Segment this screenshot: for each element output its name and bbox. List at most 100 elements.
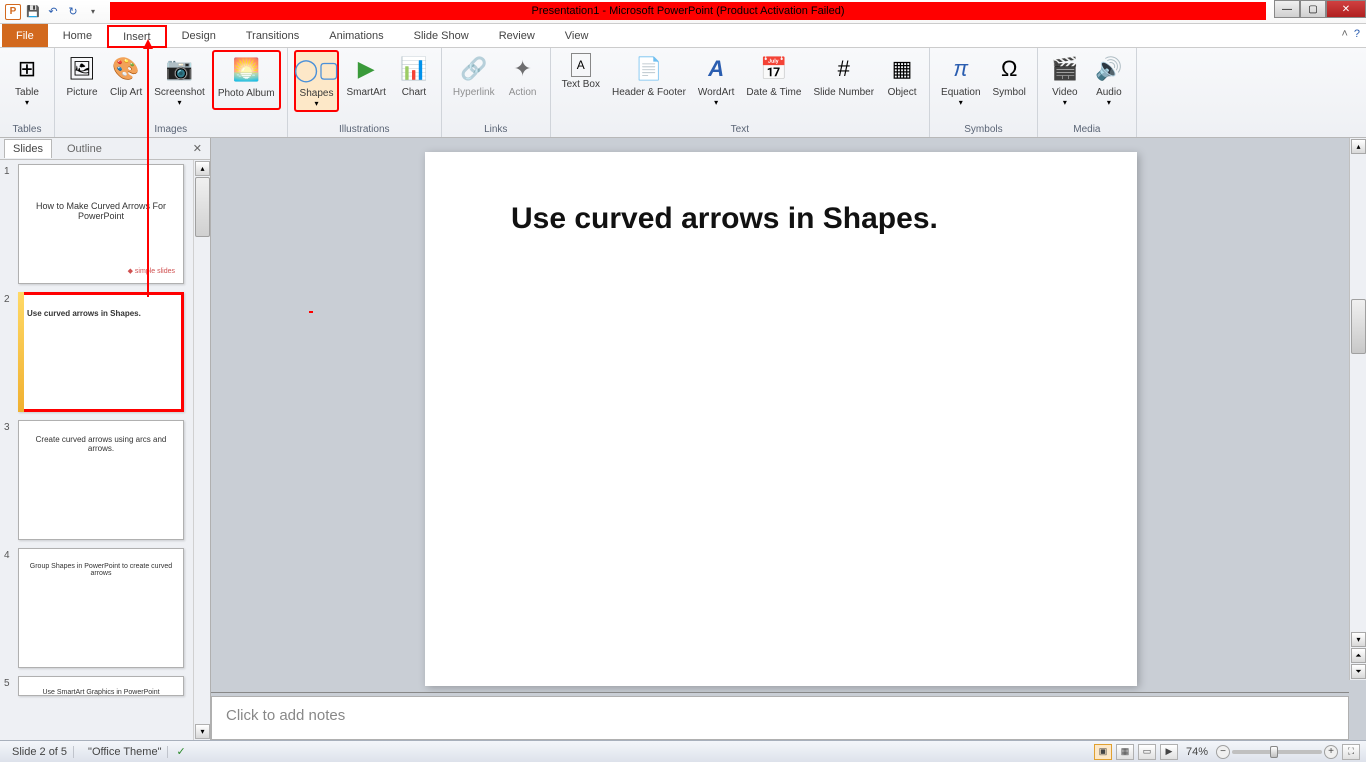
slide-thumbnail-5[interactable]: Use SmartArt Graphics in PowerPoint bbox=[18, 676, 184, 696]
annotation-arrow bbox=[147, 47, 149, 297]
scroll-thumb[interactable] bbox=[195, 177, 210, 237]
tab-transitions[interactable]: Transitions bbox=[231, 24, 314, 47]
thumb-num: 5 bbox=[4, 676, 18, 696]
headerfooter-button[interactable]: 📄Header & Footer bbox=[607, 50, 691, 110]
scroll-up-icon[interactable]: ▴ bbox=[195, 161, 210, 176]
clipart-button[interactable]: 🎨Clip Art bbox=[105, 50, 147, 110]
screenshot-button[interactable]: 📷Screenshot▾ bbox=[149, 50, 210, 110]
clipart-icon: 🎨 bbox=[110, 53, 142, 85]
ribbon: ⊞ Table▾ Tables 🖼Picture 🎨Clip Art 📷Scre… bbox=[0, 48, 1366, 138]
tab-home[interactable]: Home bbox=[48, 24, 107, 47]
video-button[interactable]: 🎬Video▾ bbox=[1044, 50, 1086, 110]
notes-pane[interactable]: Click to add notes bbox=[211, 696, 1349, 740]
shapes-button[interactable]: ◯▢Shapes▾ bbox=[294, 50, 340, 112]
app-icon: P bbox=[4, 3, 22, 21]
slide-canvas-area: Use curved arrows in Shapes. ▴ ▾ ⏶ ⏷ Cli… bbox=[211, 138, 1366, 740]
panel-close-icon[interactable]: ✕ bbox=[193, 142, 206, 155]
audio-button[interactable]: 🔊Audio▾ bbox=[1088, 50, 1130, 110]
help-icon[interactable]: ? bbox=[1354, 28, 1360, 40]
group-links-label: Links bbox=[448, 122, 544, 137]
slidenumber-button[interactable]: #Slide Number bbox=[808, 50, 879, 110]
minimize-button[interactable]: — bbox=[1274, 0, 1300, 18]
tab-design[interactable]: Design bbox=[167, 24, 231, 47]
datetime-icon: 📅 bbox=[758, 53, 790, 85]
scroll-up-icon[interactable]: ▴ bbox=[1351, 139, 1366, 154]
slide-thumbnail-3[interactable]: Create curved arrows using arcs and arro… bbox=[18, 420, 184, 540]
hyperlink-button: 🔗Hyperlink bbox=[448, 50, 500, 101]
panel-tab-slides[interactable]: Slides bbox=[4, 139, 52, 158]
redo-icon[interactable]: ↻ bbox=[64, 3, 82, 21]
chart-button[interactable]: 📊Chart bbox=[393, 50, 435, 112]
slide-thumbnail-2[interactable]: Use curved arrows in Shapes. bbox=[18, 292, 184, 412]
slidenumber-icon: # bbox=[828, 53, 860, 85]
chart-icon: 📊 bbox=[398, 53, 430, 85]
symbol-button[interactable]: ΩSymbol bbox=[988, 50, 1031, 110]
equation-button[interactable]: πEquation▾ bbox=[936, 50, 985, 110]
headerfooter-icon: 📄 bbox=[633, 53, 665, 85]
ribbon-tabs: File Home Insert Design Transitions Anim… bbox=[0, 24, 1366, 48]
object-button[interactable]: ▦Object bbox=[881, 50, 923, 110]
normal-view-icon[interactable]: ▣ bbox=[1094, 744, 1112, 760]
fit-to-window-icon[interactable]: ⛶ bbox=[1342, 744, 1360, 760]
tab-file[interactable]: File bbox=[2, 24, 48, 47]
maximize-button[interactable]: ▢ bbox=[1300, 0, 1326, 18]
textbox-button[interactable]: AText Box bbox=[557, 50, 605, 110]
tab-animations[interactable]: Animations bbox=[314, 24, 398, 47]
wordart-icon: A bbox=[700, 53, 732, 85]
slide-title-text[interactable]: Use curved arrows in Shapes. bbox=[511, 202, 938, 236]
zoom-in-button[interactable]: + bbox=[1324, 745, 1338, 759]
zoom-slider-handle[interactable] bbox=[1270, 746, 1278, 758]
sorter-view-icon[interactable]: ▦ bbox=[1116, 744, 1134, 760]
object-icon: ▦ bbox=[886, 53, 918, 85]
zoom-out-button[interactable]: − bbox=[1216, 745, 1230, 759]
minimize-ribbon-icon[interactable]: ˄ bbox=[1341, 28, 1347, 40]
next-slide-icon[interactable]: ⏷ bbox=[1351, 664, 1366, 679]
vertical-scrollbar[interactable]: ▴ ▾ ⏶ ⏷ bbox=[1349, 138, 1366, 680]
group-tables-label: Tables bbox=[6, 122, 48, 137]
picture-button[interactable]: 🖼Picture bbox=[61, 50, 103, 110]
undo-icon[interactable]: ↶ bbox=[44, 3, 62, 21]
tab-slideshow[interactable]: Slide Show bbox=[399, 24, 484, 47]
equation-icon: π bbox=[945, 53, 977, 85]
datetime-button[interactable]: 📅Date & Time bbox=[741, 50, 806, 110]
save-icon[interactable]: 💾 bbox=[24, 3, 42, 21]
hyperlink-icon: 🔗 bbox=[458, 53, 490, 85]
slide-thumbnail-4[interactable]: Group Shapes in PowerPoint to create cur… bbox=[18, 548, 184, 668]
group-media-label: Media bbox=[1044, 122, 1130, 137]
slides-panel: Slides Outline ✕ 1 How to Make Curved Ar… bbox=[0, 138, 211, 740]
shapes-icon: ◯▢ bbox=[301, 54, 333, 86]
status-theme: "Office Theme" bbox=[82, 746, 168, 758]
table-button[interactable]: ⊞ Table▾ bbox=[6, 50, 48, 110]
scroll-down-icon[interactable]: ▾ bbox=[195, 724, 210, 739]
tab-review[interactable]: Review bbox=[484, 24, 550, 47]
prev-slide-icon[interactable]: ⏶ bbox=[1351, 648, 1366, 663]
tab-view[interactable]: View bbox=[550, 24, 604, 47]
slide-thumbnail-1[interactable]: How to Make Curved Arrows For PowerPoint… bbox=[18, 164, 184, 284]
smartart-button[interactable]: ▶SmartArt bbox=[341, 50, 390, 112]
status-slide-info: Slide 2 of 5 bbox=[6, 746, 74, 758]
group-text-label: Text bbox=[557, 122, 923, 137]
qat-dropdown-icon[interactable]: ▾ bbox=[84, 3, 102, 21]
spellcheck-icon[interactable]: ✓ bbox=[176, 745, 185, 758]
audio-icon: 🔊 bbox=[1093, 53, 1125, 85]
title-bar: P 💾 ↶ ↻ ▾ Presentation1 - Microsoft Powe… bbox=[0, 0, 1366, 24]
panel-tab-outline[interactable]: Outline bbox=[58, 139, 111, 158]
group-illustrations-label: Illustrations bbox=[294, 122, 435, 137]
table-icon: ⊞ bbox=[11, 53, 43, 85]
scroll-thumb[interactable] bbox=[1351, 299, 1366, 354]
thumbs-scrollbar[interactable]: ▴ ▾ bbox=[193, 160, 210, 740]
scroll-down-icon[interactable]: ▾ bbox=[1351, 632, 1366, 647]
tab-insert[interactable]: Insert bbox=[107, 25, 167, 48]
symbol-icon: Ω bbox=[993, 53, 1025, 85]
slideshow-view-icon[interactable]: ▶ bbox=[1160, 744, 1178, 760]
current-slide[interactable]: Use curved arrows in Shapes. bbox=[425, 152, 1137, 686]
close-button[interactable]: ✕ bbox=[1326, 0, 1366, 18]
window-title: Presentation1 - Microsoft PowerPoint (Pr… bbox=[110, 2, 1266, 20]
wordart-button[interactable]: AWordArt▾ bbox=[693, 50, 740, 110]
thumb-num: 1 bbox=[4, 164, 18, 284]
zoom-slider-track[interactable] bbox=[1232, 750, 1322, 754]
group-images-label: Images bbox=[61, 122, 281, 137]
reading-view-icon[interactable]: ▭ bbox=[1138, 744, 1156, 760]
photoalbum-button[interactable]: 🌅Photo Album bbox=[212, 50, 281, 110]
thumb-num: 4 bbox=[4, 548, 18, 668]
